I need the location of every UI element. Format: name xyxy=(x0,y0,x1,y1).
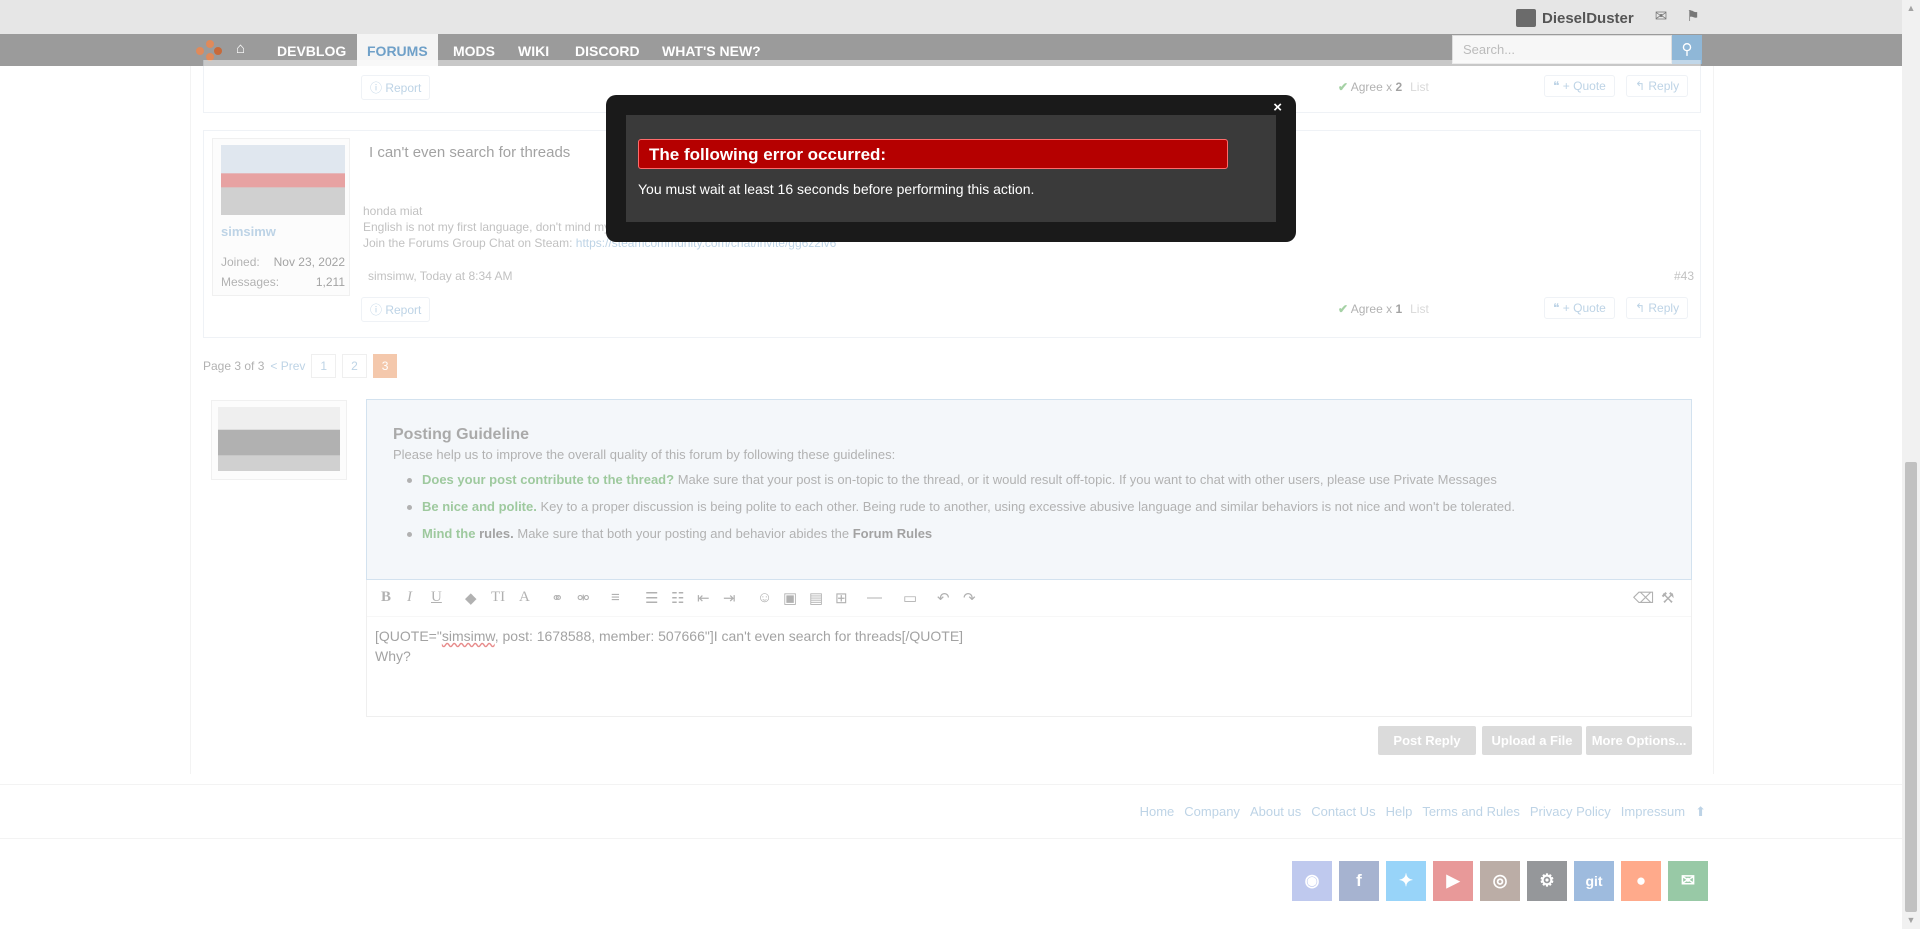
guideline-item: Does your post contribute to the thread?… xyxy=(407,472,1497,487)
reddit-icon[interactable]: ● xyxy=(1621,861,1661,901)
post-number[interactable]: #43 xyxy=(1674,269,1694,283)
error-title: The following error occurred: xyxy=(638,139,1228,169)
instagram-icon[interactable]: ◎ xyxy=(1480,861,1520,901)
post-reply-button[interactable]: Post Reply xyxy=(1378,726,1476,755)
page-link-1[interactable]: 1 xyxy=(311,354,337,378)
reply-button[interactable]: ↰ Reply xyxy=(1626,75,1689,97)
bold-icon[interactable]: B xyxy=(381,589,391,606)
image-icon[interactable]: ▣ xyxy=(783,589,797,607)
footer-links: Home Company About us Contact Us Help Te… xyxy=(1140,804,1706,820)
save-draft-icon[interactable]: ▭ xyxy=(903,589,917,607)
youtube-icon[interactable]: ▶ xyxy=(1433,861,1473,901)
scroll-top-icon[interactable]: ⬆ xyxy=(1695,804,1706,820)
guideline-title: Posting Guideline xyxy=(393,426,530,443)
unlink-icon[interactable]: ⚮ xyxy=(577,589,590,607)
facebook-icon[interactable]: f xyxy=(1339,861,1379,901)
bullet-list-icon[interactable]: ☰ xyxy=(645,589,658,607)
footer-divider xyxy=(0,838,1902,839)
redo-icon[interactable]: ↷ xyxy=(963,589,976,607)
italic-icon[interactable]: I xyxy=(407,589,412,606)
git-icon[interactable]: git xyxy=(1574,861,1614,901)
scroll-up-icon[interactable]: ▲ xyxy=(1902,0,1920,17)
list-link[interactable]: List xyxy=(1410,302,1429,316)
link-icon[interactable]: ⚭ xyxy=(551,589,564,607)
editor-toolbar: B I U ◆ TI A ⚭ ⚮ ≡ ☰ ☷ ⇤ ⇥ ☺ ▣ ▤ ⊞ — ▭ ↶… xyxy=(367,580,1691,617)
page-link-2[interactable]: 2 xyxy=(342,354,367,378)
quote-button[interactable]: ❝ + Quote xyxy=(1544,75,1615,97)
messages-value: 1,211 xyxy=(315,275,345,289)
forum-rules-link[interactable]: Forum Rules xyxy=(853,526,932,541)
footer-link-company[interactable]: Company xyxy=(1184,804,1240,820)
twitter-icon[interactable]: ✦ xyxy=(1386,861,1426,901)
footer-link-help[interactable]: Help xyxy=(1386,804,1413,820)
avatar[interactable] xyxy=(221,145,345,215)
agree-count: ✔ Agree x 1 List xyxy=(1338,302,1429,316)
page-label: Page 3 of 3 xyxy=(203,359,265,373)
footer-link-home[interactable]: Home xyxy=(1140,804,1175,820)
font-family-icon[interactable]: A xyxy=(519,589,530,606)
steam-icon[interactable]: ⚙ xyxy=(1527,861,1567,901)
check-icon: ✔ xyxy=(1338,302,1349,316)
message-textarea[interactable]: [QUOTE="simsimw, post: 1678588, member: … xyxy=(375,626,963,666)
horizontal-rule-icon[interactable]: — xyxy=(867,589,882,606)
scrollbar[interactable]: ▲ ▼ xyxy=(1902,0,1920,929)
footer-link-privacy[interactable]: Privacy Policy xyxy=(1530,804,1611,820)
report-button[interactable]: ⓘ Report xyxy=(361,297,431,322)
error-message: You must wait at least 16 seconds before… xyxy=(638,181,1035,197)
reply-button[interactable]: ↰ Reply xyxy=(1626,297,1689,319)
joined-value: Nov 23, 2022 xyxy=(273,255,345,269)
reply-avatar-box xyxy=(211,400,347,480)
reply-editor: B I U ◆ TI A ⚭ ⚮ ≡ ☰ ☷ ⇤ ⇥ ☺ ▣ ▤ ⊞ — ▭ ↶… xyxy=(366,580,1692,717)
post-body: I can't even search for threads xyxy=(369,144,571,161)
scrollbar-thumb[interactable] xyxy=(1905,462,1917,912)
footer-link-impressum[interactable]: Impressum xyxy=(1621,804,1685,820)
more-options-button[interactable]: More Options... xyxy=(1586,726,1692,755)
font-size-icon[interactable]: TI xyxy=(491,589,505,606)
messages-label: Messages: xyxy=(221,275,280,289)
footer-link-contact[interactable]: Contact Us xyxy=(1311,804,1375,820)
wrench-icon[interactable]: ⚒ xyxy=(1661,589,1674,607)
page-link-3[interactable]: 3 xyxy=(372,354,398,378)
guideline-item: Mind the rules. Make sure that both your… xyxy=(407,526,932,541)
discord-icon[interactable]: ◉ xyxy=(1292,861,1332,901)
align-icon[interactable]: ≡ xyxy=(611,589,620,606)
guideline-item: Be nice and polite. Key to a proper disc… xyxy=(407,499,1515,514)
scroll-down-icon[interactable]: ▼ xyxy=(1902,912,1920,929)
error-dialog: × The following error occurred: You must… xyxy=(606,95,1296,242)
numbered-list-icon[interactable]: ☷ xyxy=(671,589,684,607)
pagination: Page 3 of 3 < Prev 1 2 3 xyxy=(203,354,398,378)
media-icon[interactable]: ▤ xyxy=(809,589,823,607)
posting-guideline: Posting Guideline Please help us to impr… xyxy=(366,399,1692,580)
undo-icon[interactable]: ↶ xyxy=(937,589,950,607)
user-info: simsimw Joined: Nov 23, 2022 Messages: 1… xyxy=(212,138,350,296)
indent-icon[interactable]: ⇥ xyxy=(723,589,736,607)
report-button[interactable]: ⓘ Report xyxy=(361,75,431,100)
post-meta[interactable]: simsimw, Today at 8:34 AM xyxy=(368,269,513,283)
guideline-intro: Please help us to improve the overall qu… xyxy=(393,447,896,462)
joined-label: Joined: xyxy=(221,255,260,269)
outdent-icon[interactable]: ⇤ xyxy=(697,589,710,607)
smilie-icon[interactable]: ☺ xyxy=(757,589,772,606)
username-link[interactable]: simsimw xyxy=(221,224,276,239)
footer-divider xyxy=(0,784,1902,785)
list-link[interactable]: List xyxy=(1410,80,1429,94)
color-icon[interactable]: ◆ xyxy=(465,589,477,607)
email-icon[interactable]: ✉ xyxy=(1668,861,1708,901)
agree-count: ✔ Agree x 2 List xyxy=(1338,80,1429,94)
underline-icon[interactable]: U xyxy=(431,589,442,606)
check-icon: ✔ xyxy=(1338,80,1349,94)
insert-icon[interactable]: ⊞ xyxy=(835,589,848,607)
footer-link-terms[interactable]: Terms and Rules xyxy=(1422,804,1520,820)
prev-page-link[interactable]: < Prev xyxy=(270,359,305,373)
upload-file-button[interactable]: Upload a File xyxy=(1482,726,1582,755)
eraser-icon[interactable]: ⌫ xyxy=(1633,589,1654,607)
avatar[interactable] xyxy=(218,407,340,471)
footer-link-about[interactable]: About us xyxy=(1250,804,1301,820)
quote-button[interactable]: ❝ + Quote xyxy=(1544,297,1615,319)
close-icon[interactable]: × xyxy=(1273,99,1282,116)
